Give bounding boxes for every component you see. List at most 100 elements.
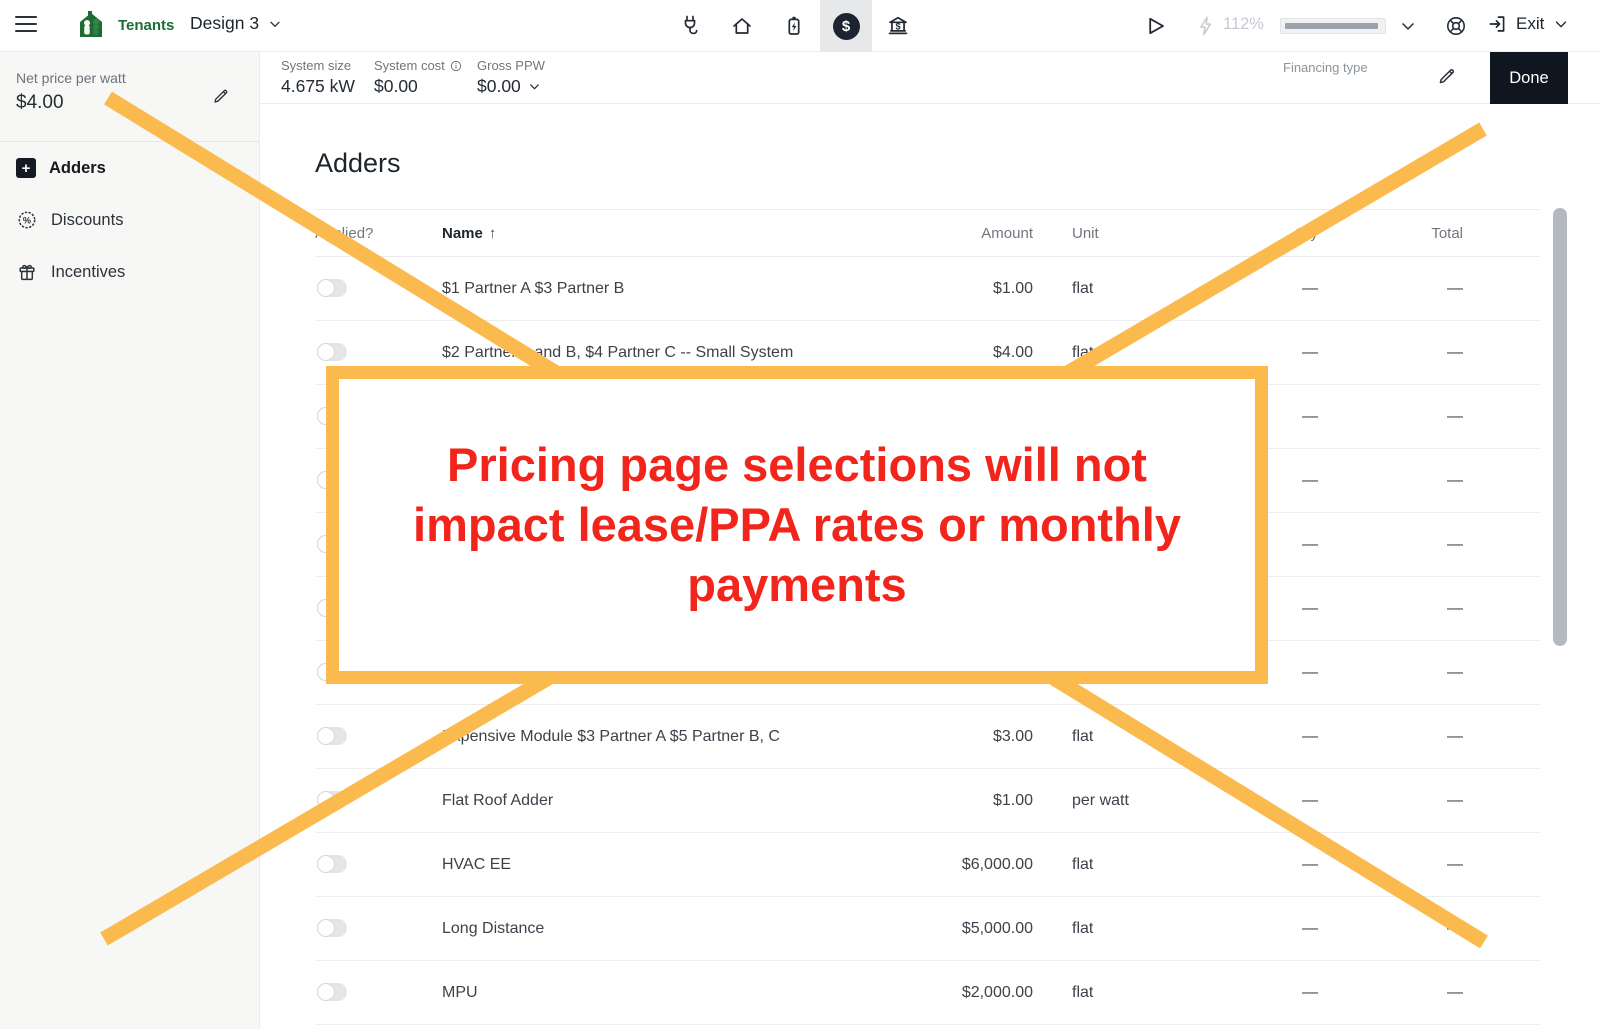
table-row: [315, 1025, 1540, 1029]
design-selector[interactable]: Design 3: [190, 13, 283, 34]
sidebar-item-discounts[interactable]: % Discounts: [0, 194, 259, 246]
adder-name: MPU: [442, 984, 933, 1002]
table-row: Expensive Module $3 Partner A $5 Partner…: [315, 705, 1540, 769]
dollar-badge: $: [833, 13, 860, 40]
col-name[interactable]: Name ↑: [442, 225, 933, 242]
info-icon[interactable]: [449, 59, 463, 73]
toggle-knob: [318, 728, 334, 744]
applied-toggle[interactable]: [317, 855, 347, 873]
adder-qty: —: [1252, 280, 1318, 298]
adder-amount: $6,000.00: [933, 856, 1033, 874]
brand-logo[interactable]: Tenants: [72, 5, 174, 45]
vertical-scrollbar[interactable]: [1553, 208, 1567, 646]
stat-system-cost: System cost $0.00: [374, 58, 463, 97]
adder-amount: $4.00: [933, 344, 1033, 362]
simulate-icon[interactable]: [1144, 14, 1168, 38]
sidebar-item-adders[interactable]: + Adders: [0, 142, 259, 194]
applied-cell: [315, 791, 442, 809]
adder-amount: $3.00: [933, 728, 1033, 746]
chevron-down-icon: [267, 16, 283, 32]
applied-toggle[interactable]: [317, 919, 347, 937]
sidebar-item-incentives[interactable]: Incentives: [0, 246, 259, 298]
sort-asc-icon: ↑: [489, 225, 497, 242]
top-bar: Tenants Design 3 $: [0, 0, 1600, 52]
adder-unit: flat: [1033, 920, 1252, 938]
adder-qty: —: [1252, 792, 1318, 810]
adder-name: Long Distance: [442, 920, 933, 938]
stat-value: $0.00: [477, 76, 521, 97]
adder-unit: flat: [1033, 344, 1252, 362]
tenants-logo-icon: [72, 5, 112, 45]
adder-unit: flat: [1033, 984, 1252, 1002]
exit-button[interactable]: Exit: [1486, 13, 1570, 35]
exit-label: Exit: [1516, 14, 1544, 34]
adder-amount: $2,000.00: [933, 984, 1033, 1002]
adder-unit: flat: [1033, 280, 1252, 298]
edit-net-price-icon[interactable]: [211, 86, 231, 106]
applied-toggle[interactable]: [317, 791, 347, 809]
plus-square-icon: +: [16, 158, 36, 178]
table-row: HVAC EE$6,000.00flat——: [315, 833, 1540, 897]
net-price-section: Net price per watt $4.00: [0, 52, 259, 142]
stat-gross-ppw: Gross PPW $0.00: [477, 58, 545, 97]
col-total: Total: [1318, 225, 1463, 242]
warning-text: Pricing page selections will not impact …: [413, 435, 1181, 615]
stat-label: System size: [281, 58, 355, 73]
applied-cell: [315, 855, 442, 873]
financing-bank-icon[interactable]: $: [872, 0, 924, 52]
table-row: MPU$2,000.00flat——: [315, 961, 1540, 1025]
svg-text:$: $: [895, 21, 900, 31]
toggle-knob: [318, 344, 334, 360]
sidebar-item-label: Adders: [49, 159, 106, 178]
applied-toggle[interactable]: [317, 727, 347, 745]
adder-total: —: [1318, 600, 1463, 618]
toggle-knob: [318, 792, 334, 808]
applied-toggle[interactable]: [317, 279, 347, 297]
gross-ppw-dropdown[interactable]: $0.00: [477, 76, 545, 97]
home-icon[interactable]: [716, 0, 768, 52]
adder-name: Expensive Module $3 Partner A $5 Partner…: [442, 728, 933, 746]
adder-total: —: [1318, 920, 1463, 938]
adder-total: —: [1318, 856, 1463, 874]
toggle-knob: [318, 984, 334, 1000]
battery-icon[interactable]: [768, 0, 820, 52]
stat-system-size: System size 4.675 kW: [281, 58, 355, 97]
progress-bar: [1280, 18, 1386, 34]
stat-label: System cost: [374, 58, 445, 73]
warning-line: Pricing page selections will not: [413, 435, 1181, 495]
help-icon[interactable]: [1444, 14, 1468, 38]
adder-qty: —: [1252, 344, 1318, 362]
sidebar-item-label: Incentives: [51, 263, 125, 282]
design-selector-label: Design 3: [190, 13, 259, 34]
adder-unit: flat: [1033, 856, 1252, 874]
adder-total: —: [1318, 984, 1463, 1002]
adder-total: —: [1318, 408, 1463, 426]
applied-toggle[interactable]: [317, 343, 347, 361]
applied-cell: [315, 279, 442, 297]
plug-icon[interactable]: [664, 0, 716, 52]
adder-total: —: [1318, 472, 1463, 490]
toggle-knob: [318, 856, 334, 872]
pricing-dollar-icon[interactable]: $: [820, 0, 872, 52]
progress-chevron-icon[interactable]: [1398, 16, 1418, 36]
table-row: Flat Roof Adder$1.00per watt——: [315, 769, 1540, 833]
adder-amount: $5,000.00: [933, 920, 1033, 938]
col-unit: Unit: [1033, 225, 1252, 242]
applied-cell: [315, 727, 442, 745]
exit-icon: [1486, 13, 1508, 35]
menu-icon[interactable]: [15, 16, 37, 34]
warning-line: payments: [413, 555, 1181, 615]
svg-text:%: %: [23, 215, 31, 225]
net-price-label: Net price per watt: [16, 70, 243, 86]
bolt-icon: [1195, 15, 1217, 37]
adder-total: —: [1318, 664, 1463, 682]
col-qty: Qty: [1252, 225, 1318, 242]
done-button[interactable]: Done: [1490, 52, 1568, 104]
adder-unit: flat: [1033, 728, 1252, 746]
brand-name: Tenants: [118, 17, 174, 34]
adder-amount: $1.00: [933, 792, 1033, 810]
col-applied: Applied?: [315, 225, 442, 242]
table-row: Long Distance$5,000.00flat——: [315, 897, 1540, 961]
edit-pricing-icon[interactable]: [1436, 65, 1458, 87]
applied-toggle[interactable]: [317, 983, 347, 1001]
